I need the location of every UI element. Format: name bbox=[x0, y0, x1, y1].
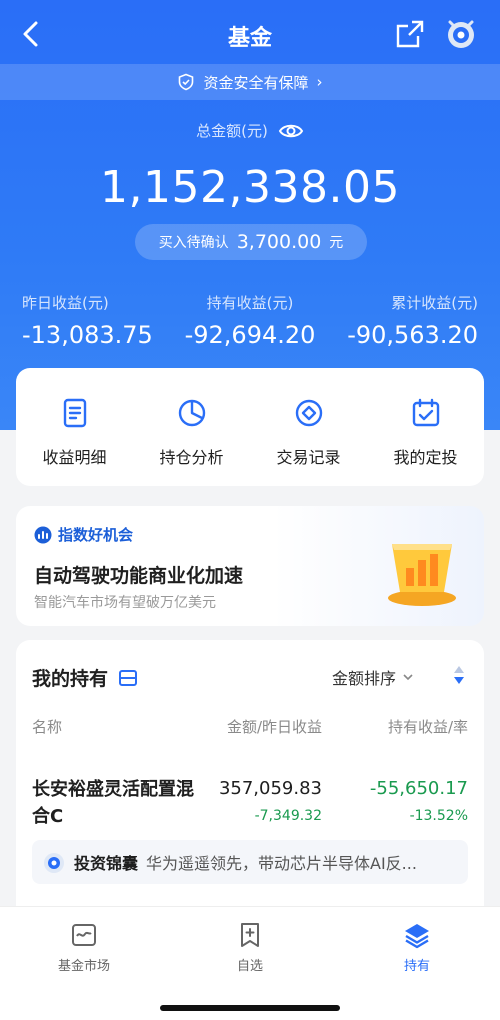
calendar-icon bbox=[412, 398, 439, 427]
tab-label: 持有 bbox=[403, 959, 430, 974]
tab-label: 自选 bbox=[236, 959, 263, 974]
investment-tip-bar[interactable]: 投资锦囊 华为遥遥领先，带动芯片半导体AI反... bbox=[32, 840, 468, 884]
holdings-title-text: 我的持有 bbox=[32, 668, 109, 690]
tip-label: 投资锦囊 bbox=[74, 854, 139, 873]
fund-amount: 357,059.83 bbox=[218, 778, 322, 799]
document-icon bbox=[63, 398, 86, 428]
share-icon[interactable] bbox=[394, 18, 426, 50]
tab-label: 基金市场 bbox=[57, 959, 110, 974]
fund-holding-gain: -55,650.17 bbox=[369, 778, 468, 799]
tab-watchlist[interactable]: 自选 bbox=[190, 921, 310, 974]
bottom-tab-bar: 基金市场 自选 持有 bbox=[0, 906, 500, 1020]
pending-confirmation-pill[interactable]: 买入待确认 3,700.00 元 bbox=[135, 224, 367, 260]
pie-chart-icon bbox=[178, 399, 205, 427]
action-label: 收益明细 bbox=[42, 448, 107, 467]
chart-badge-icon bbox=[34, 526, 52, 543]
sort-label: 金额排序 bbox=[331, 669, 396, 688]
quick-actions: 收益明细 持仓分析 交易记录 我的定投 bbox=[16, 368, 484, 486]
stat-cumulative[interactable]: 累计收益(元) -90,563.20 bbox=[347, 292, 478, 349]
total-amount-value: 1,152,338.05 bbox=[100, 162, 400, 213]
stat-label: 累计收益(元) bbox=[391, 294, 478, 312]
action-label: 持仓分析 bbox=[159, 448, 224, 467]
chevron-down-icon bbox=[403, 674, 413, 681]
pending-label: 买入待确认 bbox=[158, 235, 229, 251]
tab-fund-market[interactable]: 基金市场 bbox=[24, 921, 144, 974]
safety-banner[interactable]: 资金安全有保障 › bbox=[0, 64, 500, 100]
column-holding-gain: 持有收益/率 bbox=[387, 718, 468, 736]
profit-stats: 昨日收益(元) -13,083.75 持有收益(元) -92,694.20 累计… bbox=[0, 292, 500, 356]
robot-assistant-icon[interactable] bbox=[444, 16, 478, 50]
chevron-right-icon: › bbox=[316, 73, 323, 91]
total-label-text: 总金额(元) bbox=[196, 122, 268, 140]
total-amount-label: 总金额(元) bbox=[0, 120, 500, 141]
sort-dropdown[interactable]: 金额排序 bbox=[332, 665, 414, 689]
sort-order-icon[interactable] bbox=[452, 664, 466, 686]
safety-banner-text: 资金安全有保障 bbox=[203, 73, 309, 92]
action-position-analysis[interactable]: 持仓分析 bbox=[133, 368, 250, 486]
action-label: 交易记录 bbox=[276, 448, 341, 467]
holdings-title: 我的持有 bbox=[32, 664, 138, 691]
market-icon bbox=[72, 924, 96, 946]
promo-headline: 自动驾驶功能商业化加速 bbox=[34, 565, 244, 587]
record-icon bbox=[295, 399, 322, 427]
pending-amount: 3,700.00 bbox=[236, 231, 322, 253]
promo-card[interactable]: 指数好机会 自动驾驶功能商业化加速 智能汽车市场有望破万亿美元 bbox=[16, 506, 484, 626]
bookmark-add-icon bbox=[241, 923, 259, 947]
fund-yesterday-gain: -7,349.32 bbox=[254, 808, 322, 824]
tab-holdings[interactable]: 持有 bbox=[357, 921, 477, 974]
holdings-card: 我的持有 金额排序 名称 金额/昨日收益 持有收益/率 长安裕盛灵活配置混合C … bbox=[16, 640, 484, 910]
column-name: 名称 bbox=[32, 718, 63, 736]
fund-holding-rate: -13.52% bbox=[409, 808, 468, 824]
home-indicator bbox=[160, 1005, 340, 1011]
column-amount: 金额/昨日收益 bbox=[226, 718, 322, 736]
gold-chart-illustration bbox=[388, 544, 456, 606]
action-profit-detail[interactable]: 收益明细 bbox=[16, 368, 133, 486]
action-transaction-records[interactable]: 交易记录 bbox=[250, 368, 367, 486]
holdings-column-headers: 名称 金额/昨日收益 持有收益/率 bbox=[32, 716, 468, 736]
pending-unit: 元 bbox=[329, 235, 344, 251]
list-view-icon[interactable] bbox=[118, 669, 138, 687]
eye-icon[interactable] bbox=[278, 122, 304, 140]
promo-subtitle: 智能汽车市场有望破万亿美元 bbox=[34, 595, 216, 611]
promo-tag-text: 指数好机会 bbox=[58, 526, 134, 544]
fund-name: 长安裕盛灵活配置混合C bbox=[32, 779, 194, 827]
stat-value: -90,563.20 bbox=[347, 321, 478, 349]
promo-tag: 指数好机会 bbox=[34, 524, 133, 545]
nav-bar: 基金 bbox=[0, 10, 500, 60]
layers-icon bbox=[405, 924, 429, 949]
action-label: 我的定投 bbox=[393, 448, 458, 467]
holding-row[interactable]: 长安裕盛灵活配置混合C 357,059.83 -7,349.32 -55,650… bbox=[32, 774, 468, 834]
robot-assistant-icon bbox=[44, 853, 64, 873]
action-my-auto-invest[interactable]: 我的定投 bbox=[367, 368, 484, 486]
shield-icon bbox=[179, 73, 194, 91]
tip-text: 华为遥遥领先，带动芯片半导体AI反... bbox=[146, 854, 417, 873]
